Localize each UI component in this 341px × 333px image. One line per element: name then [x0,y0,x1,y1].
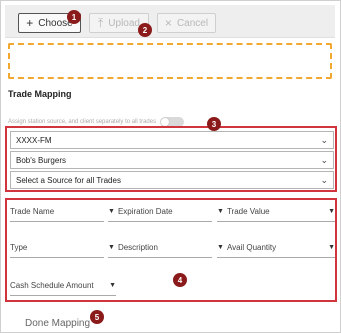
cancel-button[interactable]: × Cancel [157,13,216,33]
step-badge-3: 3 [207,117,221,131]
trade-value-label: Trade Value [226,207,270,216]
chevron-down-icon: ⌄ [320,154,328,165]
type-field[interactable]: Type [10,238,104,258]
source-select-value: Select a Source for all Trades [16,175,121,185]
client-select[interactable]: Bob's Burgers ⌄ [10,151,334,169]
caret-down-icon: ▼ [109,282,116,289]
done-mapping-link[interactable]: Done Mapping [25,318,90,329]
step-badge-4: 4 [173,273,187,287]
step-badge-2: 2 [138,23,152,37]
cash-schedule-amount-label: Cash Schedule Amount [10,281,94,290]
avail-quantity-field[interactable]: ▼ Avail Quantity ▼ [217,238,335,258]
type-label: Type [10,243,28,252]
source-select-group: XXXX-FM ⌄ Bob's Burgers ⌄ Select a Sourc… [5,126,337,192]
step-badge-5: 5 [90,310,104,324]
cash-schedule-amount-field[interactable]: Cash Schedule Amount ▼ [10,276,116,296]
upload-icon: ⤒ [97,16,104,30]
caret-down-icon: ▼ [217,208,224,215]
client-select-value: Bob's Burgers [16,155,66,165]
file-upload-toolbar: + Choose ⤒ Upload × Cancel [5,5,335,38]
close-icon: × [164,16,172,30]
station-select-value: XXXX-FM [16,135,52,145]
trade-name-field[interactable]: Trade Name [10,202,104,222]
expiration-date-field[interactable]: ▼ Expiration Date [108,202,212,222]
caret-down-icon: ▼ [328,244,335,251]
source-select[interactable]: Select a Source for all Trades ⌄ [10,171,334,189]
caret-down-icon: ▼ [108,244,115,251]
upload-label: Upload [108,17,140,29]
caret-down-icon: ▼ [108,208,115,215]
cancel-label: Cancel [176,17,209,29]
caret-down-icon: ▼ [217,244,224,251]
expiration-date-label: Expiration Date [117,207,173,216]
description-field[interactable]: ▼ Description [108,238,212,258]
toggle-label: Assign station source, and client separa… [8,119,157,125]
caret-down-icon: ▼ [328,208,335,215]
plus-icon: + [26,16,34,30]
chevron-down-icon: ⌄ [320,134,328,145]
chevron-down-icon: ⌄ [320,174,328,185]
column-mapping-group: Trade Name ▼ Expiration Date ▼ Trade Val… [5,198,337,302]
station-select[interactable]: XXXX-FM ⌄ [10,131,334,149]
description-label: Description [117,243,158,252]
trade-mapping-panel: + Choose ⤒ Upload × Cancel Trade Mapping… [0,0,341,333]
file-drop-zone[interactable] [8,43,332,79]
avail-quantity-label: Avail Quantity [226,243,277,252]
trade-value-field[interactable]: ▼ Trade Value ▼ [217,202,335,222]
step-badge-1: 1 [67,10,81,24]
section-title: Trade Mapping [8,89,72,99]
trade-name-label: Trade Name [10,207,55,216]
